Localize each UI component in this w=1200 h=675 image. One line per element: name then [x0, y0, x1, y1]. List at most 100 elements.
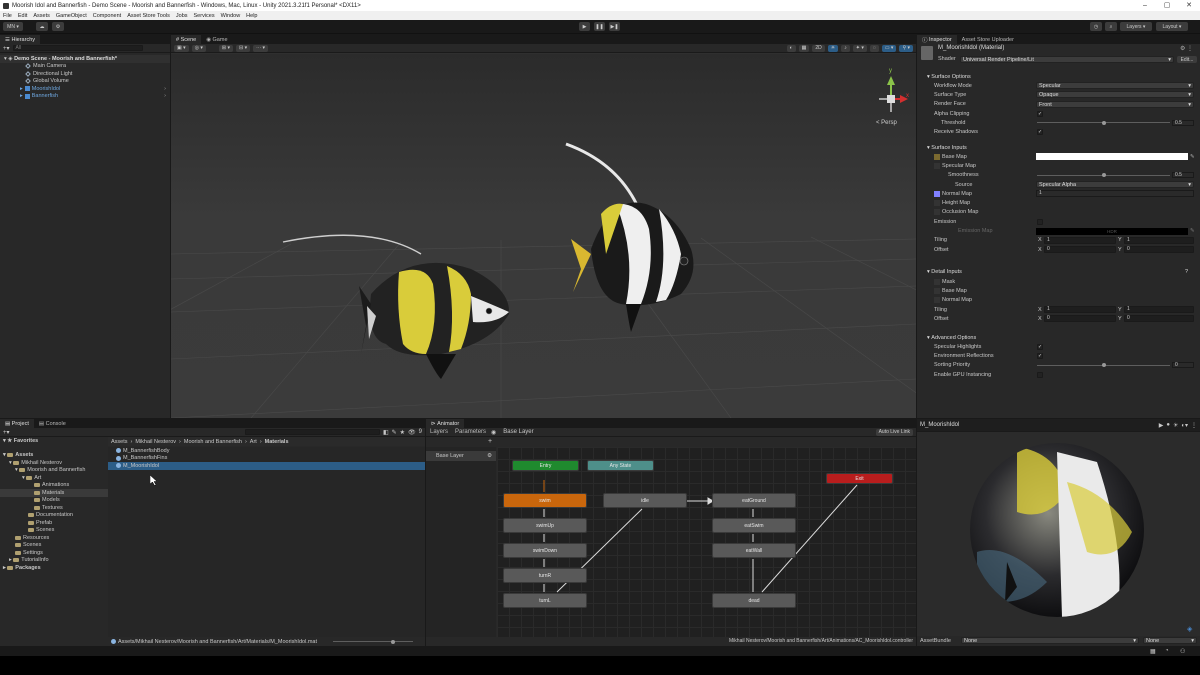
auto-live-link-button[interactable]: Auto Live Link [875, 428, 913, 436]
icon-size-slider[interactable] [333, 639, 413, 644]
tab-console[interactable]: ▤ Console [34, 419, 71, 428]
eyedropper-icon[interactable]: ✎ [1190, 154, 1195, 160]
sphere-preview-icon[interactable]: ● [1166, 422, 1170, 428]
texture-slot-icon[interactable] [934, 153, 940, 160]
state-exit[interactable]: Exit [826, 473, 893, 484]
surface-options-header[interactable]: ▾ Surface Options [917, 72, 1200, 81]
detail-tiling-x-field[interactable]: 1 [1044, 306, 1116, 314]
help-icon[interactable]: ? [1185, 269, 1188, 275]
light-preview-icon[interactable]: ☀ [1173, 422, 1178, 429]
hidden-objects-icon[interactable]: ◌ [869, 44, 879, 52]
project-search-input[interactable] [244, 429, 380, 435]
texture-slot-icon[interactable] [934, 162, 940, 169]
step-button[interactable]: ▶❚ [609, 22, 620, 31]
gpu-instancing-checkbox[interactable]: ✓ [1037, 371, 1043, 378]
folder-item[interactable]: Prefab [0, 519, 108, 527]
shader-edit-button[interactable]: Edit... [1177, 56, 1197, 63]
menu-item[interactable]: Jobs [176, 13, 188, 19]
state-dead[interactable]: dead [712, 593, 796, 608]
folder-item[interactable]: ▾ Mikhail Nesterov [0, 459, 108, 467]
environment-reflections-checkbox[interactable]: ✓ [1037, 352, 1043, 359]
list-item[interactable]: Main Camera [0, 63, 170, 71]
minimize-icon[interactable]: – [1134, 0, 1156, 11]
surface-type-dropdown[interactable]: Opaque ▾ [1036, 91, 1194, 99]
tab-animator[interactable]: ⊳ Animator [426, 419, 465, 428]
slider-knob[interactable] [1102, 173, 1106, 178]
state-eat-swim[interactable]: eatSwim [712, 518, 796, 533]
state-turn-l[interactable]: turnL [503, 593, 587, 608]
menu-item[interactable]: Component [93, 13, 121, 19]
maximize-icon[interactable]: ▢ [1156, 0, 1178, 11]
pause-button[interactable]: ❚❚ [594, 22, 605, 31]
detail-inputs-header[interactable]: ▾ Detail Inputs? [917, 267, 1200, 276]
folder-item[interactable]: ▾ Moorish and Bannerfish [0, 467, 108, 475]
shading-icon[interactable]: ▦ [798, 44, 810, 52]
tiling-x-field[interactable]: 1 [1044, 236, 1116, 244]
texture-slot-icon[interactable] [934, 209, 940, 216]
sorting-priority-slider[interactable] [1037, 363, 1170, 368]
gear-icon[interactable]: ⚙ [487, 453, 492, 459]
smoothness-slider[interactable] [1037, 173, 1170, 178]
history-icon[interactable]: ◷ [1090, 22, 1102, 31]
detail-tiling-y-field[interactable]: 1 [1124, 306, 1194, 314]
folder-item[interactable]: ▸ TutorialInfo [0, 557, 108, 565]
assets-root[interactable]: ▾ Assets [0, 452, 108, 460]
tab-hierarchy[interactable]: ☰ Hierarchy [0, 35, 41, 44]
menu-item[interactable]: GameObject [56, 13, 87, 19]
toggle-2d-button[interactable]: 2D [812, 44, 825, 52]
cloud-icon[interactable]: ☁ [36, 22, 48, 31]
state-turn-r[interactable]: turnR [503, 568, 587, 583]
breadcrumb-item[interactable]: Materials [265, 439, 289, 445]
list-item[interactable]: M_MoorishIdol [108, 462, 425, 470]
breadcrumb-item[interactable]: Art [250, 439, 257, 445]
gizmos-icon[interactable]: ⚲ ▾ [899, 44, 913, 52]
packages-root[interactable]: ▸ Packages [0, 564, 108, 572]
receive-shadows-checkbox[interactable]: ✓ [1037, 129, 1043, 136]
folder-item[interactable]: Models [0, 497, 108, 505]
texture-slot-icon[interactable] [934, 278, 940, 285]
tab-parameters[interactable]: Parameters [453, 428, 488, 436]
folder-item[interactable]: Materials [0, 489, 108, 497]
camera-icon[interactable]: ▭ ▾ [881, 44, 897, 52]
slider-knob[interactable] [1102, 120, 1106, 125]
tiling-y-field[interactable]: 1 [1124, 236, 1194, 244]
settings-toggle-icon[interactable]: ◈ [1187, 625, 1192, 633]
close-icon[interactable]: ✕ [1178, 0, 1200, 11]
scene-root-item[interactable]: ▾ ◈ Demo Scene - Moorish and Bannerfish* [0, 55, 170, 63]
filter-label-icon[interactable]: ✎ [392, 429, 397, 436]
threshold-value[interactable]: 0.5 [1172, 119, 1194, 126]
tab-scene[interactable]: # Scene [171, 35, 202, 44]
animator-graph[interactable]: Entry Any State Exit swim swimUp swimDow… [497, 447, 916, 637]
state-swim-up[interactable]: swimUp [503, 518, 587, 533]
folder-item[interactable]: Documentation [0, 512, 108, 520]
base-color-swatch[interactable] [1036, 153, 1188, 161]
state-entry[interactable]: Entry [512, 460, 579, 471]
assetbundle-dropdown[interactable]: None ▾ [961, 637, 1139, 644]
source-dropdown[interactable]: Specular Alpha ▾ [1036, 181, 1194, 189]
add-icon[interactable]: +▾ [3, 45, 10, 52]
state-eat-ground[interactable]: eatGround [712, 493, 796, 508]
list-item[interactable]: Directional Light [0, 70, 170, 78]
search-icon[interactable]: ⌕ [1105, 22, 1117, 31]
progress-icon[interactable]: ◔ [1165, 648, 1169, 654]
state-idle[interactable]: idle [603, 493, 687, 508]
debug-icon[interactable]: ⚇ [1180, 648, 1185, 655]
network-icon[interactable]: ▦ [1150, 648, 1156, 655]
emission-color-swatch[interactable]: HDR [1036, 227, 1188, 235]
assetbundle-variant-dropdown[interactable]: None ▾ [1143, 637, 1197, 644]
detail-offset-x-field[interactable]: 0 [1044, 315, 1116, 323]
folder-item[interactable]: Settings [0, 549, 108, 557]
favorites-header[interactable]: ▾ ★ Favorites [0, 437, 108, 445]
sorting-priority-value[interactable]: 0 [1172, 362, 1194, 369]
list-item[interactable]: M_BannerfishBody [108, 447, 425, 455]
breadcrumb-item[interactable]: Mikhail Nesterov [135, 439, 176, 445]
slider-knob[interactable] [1102, 363, 1106, 368]
tab-asset-store-uploader[interactable]: Asset Store Uploader [957, 35, 1019, 44]
account-dropdown[interactable]: MN ▾ [3, 22, 23, 31]
state-swim-down[interactable]: swimDown [503, 543, 587, 558]
emission-checkbox[interactable]: ✓ [1037, 218, 1043, 225]
audio-icon[interactable]: ♪ [841, 44, 850, 52]
menu-item[interactable]: Window [221, 13, 241, 19]
state-swim[interactable]: swim [503, 493, 587, 508]
tab-inspector[interactable]: ⓘ Inspector [917, 35, 957, 44]
